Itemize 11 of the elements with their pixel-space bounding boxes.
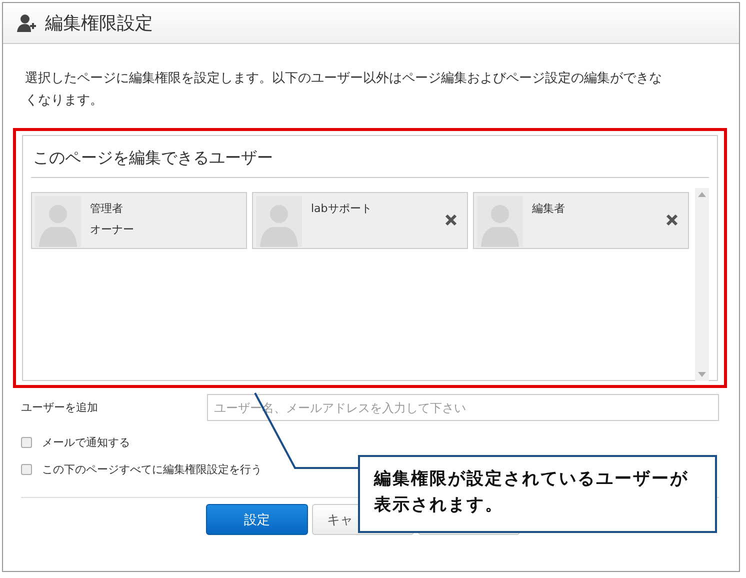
panel-title: このページを編集できるユーザー bbox=[31, 136, 709, 178]
callout-tooltip: 編集権限が設定されているユーザーが表示されます。 bbox=[358, 455, 717, 533]
user-name: 編集者 bbox=[532, 201, 565, 216]
user-name: labサポート bbox=[311, 201, 372, 216]
user-role: オーナー bbox=[90, 222, 134, 237]
dialog-title: 編集権限設定 bbox=[45, 12, 153, 35]
add-user-label: ユーザーを追加 bbox=[21, 400, 99, 415]
user-name: 管理者 bbox=[90, 201, 124, 216]
option-label: メールで通知する bbox=[42, 435, 130, 450]
option-label: この下のページすべてに編集権限設定を行う bbox=[42, 462, 262, 477]
description-text: 選択したページに編集権限を設定します。以下のユーザー以外はページ編集およびページ設定の編集ができなくなります。 bbox=[25, 70, 663, 110]
